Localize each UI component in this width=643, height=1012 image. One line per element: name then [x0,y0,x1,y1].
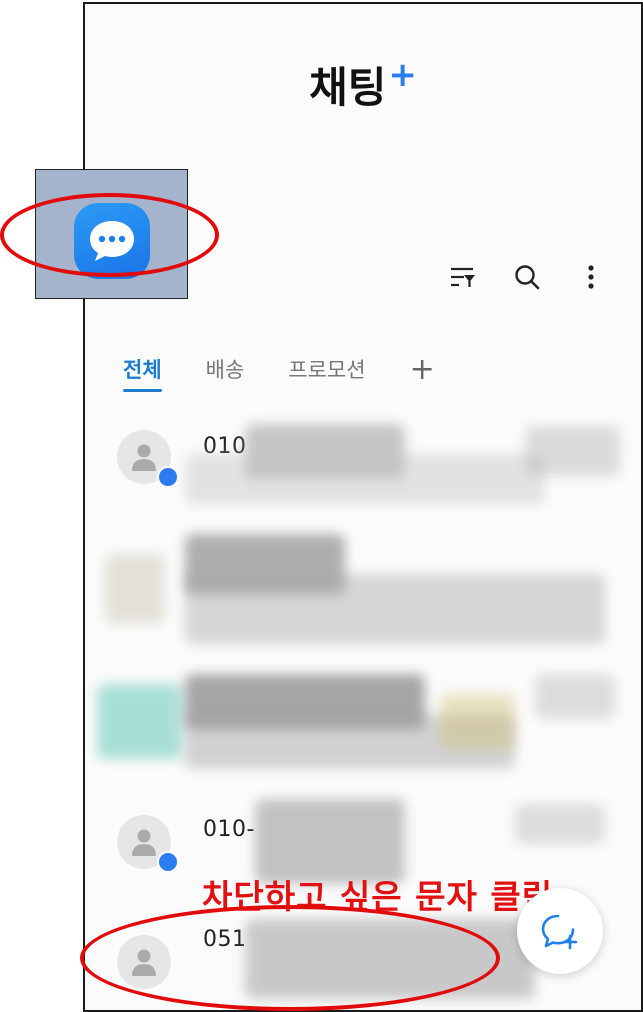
redacted-content [535,674,615,719]
tab-all[interactable]: 전체 [123,354,162,392]
highlight-oval-app-icon [0,193,219,277]
conversation-row[interactable] [85,669,641,779]
search-icon[interactable] [511,261,543,293]
conversation-row[interactable] [85,524,641,654]
more-vertical-icon[interactable] [575,261,607,293]
tab-delivery[interactable]: 배송 [206,354,245,392]
new-chat-icon [541,914,578,950]
app-title: 채팅+ [85,54,641,115]
redacted-content [525,426,620,476]
redacted-content [515,804,605,844]
conversation-name: 010- [203,817,255,842]
add-tab-button[interactable]: + [410,352,435,387]
toolbar [447,261,607,293]
redacted-content [105,554,165,624]
category-tabs: 전체 배송 프로모션 + [123,352,435,392]
message-badge-icon [157,466,179,488]
highlight-oval-target-message [80,905,500,1011]
message-badge-icon [157,851,179,873]
conversation-row[interactable]: 010 [85,414,641,514]
redacted-content [185,574,605,644]
phone-screen: 채팅+ 전체 배송 프로모션 + 010 010- 051 [83,2,643,1012]
filter-icon[interactable] [447,261,479,293]
new-chat-button[interactable] [517,888,603,974]
redacted-avatar [97,684,182,759]
tab-promotion[interactable]: 프로모션 [288,354,365,392]
app-title-plus: + [388,55,417,95]
redacted-content [440,694,515,749]
redacted-content [185,454,545,504]
app-title-text: 채팅 [309,63,387,112]
